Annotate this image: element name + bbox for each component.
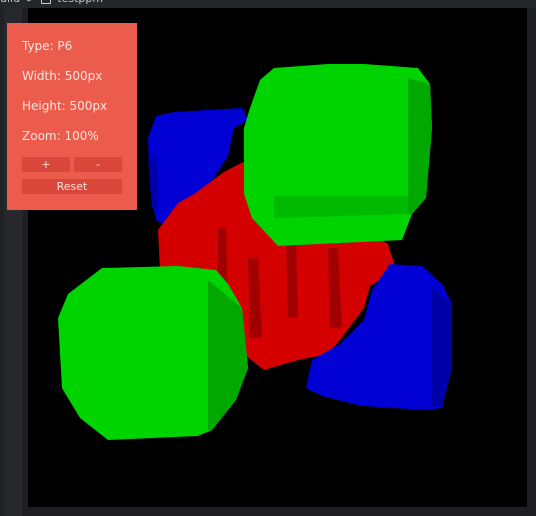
zoom-label: Zoom: 100% [22, 129, 99, 143]
image-type-label: Type: P6 [22, 39, 73, 53]
image-height-label: Height: 500px [22, 99, 108, 113]
file-icon [41, 0, 52, 4]
breadcrumb-separator: > [26, 0, 35, 5]
top-bar: uild > testppm [0, 0, 536, 8]
info-panel: Type: P6 Width: 500px Height: 500px Zoom… [7, 23, 137, 210]
zoom-in-button[interactable]: + [22, 157, 70, 172]
image-width-label: Width: 500px [22, 69, 103, 83]
green-voxel-top-right [244, 64, 432, 246]
reset-button[interactable]: Reset [22, 179, 122, 194]
blue-voxel-bottom-right-shade [432, 288, 452, 406]
breadcrumb-file[interactable]: testppm [57, 0, 103, 5]
breadcrumb: uild > testppm [0, 0, 103, 5]
zoom-out-button[interactable]: - [74, 157, 122, 172]
red-voxel-shade-a [286, 238, 298, 318]
breadcrumb-parent[interactable]: uild [0, 0, 20, 5]
green-voxel-top-right-shade [408, 78, 432, 214]
